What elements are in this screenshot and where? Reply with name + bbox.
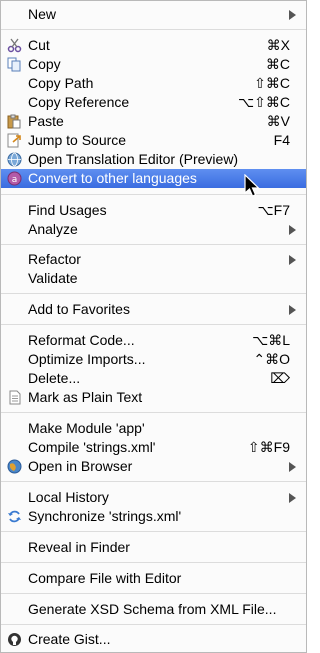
menu-separator [1, 412, 306, 413]
menu-item-copy[interactable]: Copy ⌘C [1, 55, 306, 74]
menu-item-label: Reveal in Finder [28, 539, 130, 555]
plain-text-icon [7, 390, 22, 405]
menu-item-label: Compile 'strings.xml' [28, 439, 156, 455]
menu-item-label: Jump to Source [28, 132, 127, 148]
submenu-arrow-icon [289, 462, 296, 472]
context-menu: New Cut ⌘X Copy ⌘C Copy Path ⇧⌘C Copy Re… [0, 0, 307, 653]
menu-item-label: Open in Browser [28, 458, 133, 474]
menu-item-make-module[interactable]: Make Module 'app' [1, 419, 306, 438]
menu-item-synchronize[interactable]: Synchronize 'strings.xml' [1, 507, 306, 526]
menu-item-validate[interactable]: Validate [1, 269, 306, 288]
menu-item-reformat-code[interactable]: Reformat Code... ⌥⌘L [1, 331, 306, 350]
paste-icon [7, 114, 22, 129]
shortcut-label: F4 [273, 132, 290, 148]
sync-icon [7, 509, 22, 524]
menu-item-label: Analyze [28, 221, 78, 237]
menu-item-compile[interactable]: Compile 'strings.xml' ⇧⌘F9 [1, 438, 306, 457]
menu-item-label: Copy [28, 56, 61, 72]
shortcut-label: ⌘V [266, 113, 290, 129]
menu-item-label: Compare File with Editor [28, 570, 182, 586]
menu-item-cut[interactable]: Cut ⌘X [1, 36, 306, 55]
shortcut-label: ⌥F7 [257, 202, 290, 218]
menu-separator [1, 29, 306, 30]
menu-item-label: Open Translation Editor (Preview) [28, 151, 239, 167]
menu-item-delete[interactable]: Delete... ⌦ [1, 369, 306, 388]
menu-item-label: New [28, 6, 57, 22]
menu-item-local-history[interactable]: Local History [1, 488, 306, 507]
menu-item-open-translation-editor[interactable]: Open Translation Editor (Preview) [1, 150, 306, 169]
menu-item-label: Validate [28, 270, 78, 286]
menu-item-label: Synchronize 'strings.xml' [28, 508, 182, 524]
menu-item-add-to-favorites[interactable]: Add to Favorites [1, 300, 306, 319]
menu-item-paste[interactable]: Paste ⌘V [1, 112, 306, 131]
menu-separator [1, 593, 306, 594]
submenu-arrow-icon [289, 10, 296, 20]
menu-item-label: Generate XSD Schema from XML File... [28, 601, 277, 617]
submenu-arrow-icon [289, 225, 296, 235]
shortcut-label: ⇧⌘F9 [247, 439, 290, 455]
menu-item-label: Add to Favorites [28, 301, 130, 317]
menu-item-label: Refactor [28, 251, 81, 267]
menu-item-label: Find Usages [28, 202, 107, 218]
menu-item-jump-to-source[interactable]: Jump to Source F4 [1, 131, 306, 150]
shortcut-label: ⇧⌘C [254, 75, 290, 91]
menu-item-reveal-in-finder[interactable]: Reveal in Finder [1, 538, 306, 557]
menu-item-new[interactable]: New [1, 5, 306, 24]
svg-text:a: a [12, 175, 18, 185]
menu-item-label: Reformat Code... [28, 332, 135, 348]
menu-item-open-in-browser[interactable]: Open in Browser [1, 457, 306, 476]
menu-item-label: Mark as Plain Text [28, 389, 143, 405]
menu-separator [1, 244, 306, 245]
globe-icon [7, 152, 22, 167]
menu-item-optimize-imports[interactable]: Optimize Imports... ⌃⌘O [1, 350, 306, 369]
menu-separator [1, 562, 306, 563]
menu-item-refactor[interactable]: Refactor [1, 250, 306, 269]
shortcut-label: ⌦ [270, 370, 290, 386]
menu-item-label: Optimize Imports... [28, 351, 146, 367]
submenu-arrow-icon [289, 305, 296, 315]
menu-item-copy-path[interactable]: Copy Path ⇧⌘C [1, 74, 306, 93]
menu-item-find-usages[interactable]: Find Usages ⌥F7 [1, 201, 306, 220]
menu-separator [1, 624, 306, 625]
menu-item-mark-as-plain-text[interactable]: Mark as Plain Text [1, 388, 306, 407]
menu-item-label: Copy Path [28, 75, 94, 91]
menu-separator [1, 293, 306, 294]
menu-item-label: Convert to other languages [28, 170, 197, 186]
shortcut-label: ⌥⌘L [252, 332, 290, 348]
menu-item-create-gist[interactable]: Create Gist... [1, 630, 306, 649]
mouse-cursor-icon [243, 173, 261, 198]
menu-item-label: Delete... [28, 370, 81, 386]
submenu-arrow-icon [289, 493, 296, 503]
jump-to-source-icon [7, 133, 22, 148]
browser-globe-icon [7, 459, 22, 474]
shortcut-label: ⌘C [265, 56, 290, 72]
menu-item-generate-xsd-schema[interactable]: Generate XSD Schema from XML File... [1, 600, 306, 619]
copy-icon [7, 57, 22, 72]
menu-item-label: Create Gist... [28, 631, 111, 647]
scissors-icon [7, 38, 22, 53]
menu-item-label: Local History [28, 489, 109, 505]
translate-icon: a [7, 171, 22, 186]
github-icon [7, 632, 22, 647]
menu-separator [1, 531, 306, 532]
menu-item-label: Make Module 'app' [28, 420, 145, 436]
shortcut-label: ⌥⇧⌘C [238, 94, 290, 110]
shortcut-label: ⌘X [266, 37, 290, 53]
menu-item-label: Copy Reference [28, 94, 130, 110]
menu-item-compare-file-with-editor[interactable]: Compare File with Editor [1, 569, 306, 588]
menu-item-label: Cut [28, 37, 50, 53]
shortcut-label: ⌃⌘O [253, 351, 290, 367]
submenu-arrow-icon [289, 255, 296, 265]
menu-item-analyze[interactable]: Analyze [1, 220, 306, 239]
menu-item-label: Paste [28, 113, 64, 129]
menu-separator [1, 481, 306, 482]
menu-item-copy-reference[interactable]: Copy Reference ⌥⇧⌘C [1, 93, 306, 112]
menu-separator [1, 324, 306, 325]
